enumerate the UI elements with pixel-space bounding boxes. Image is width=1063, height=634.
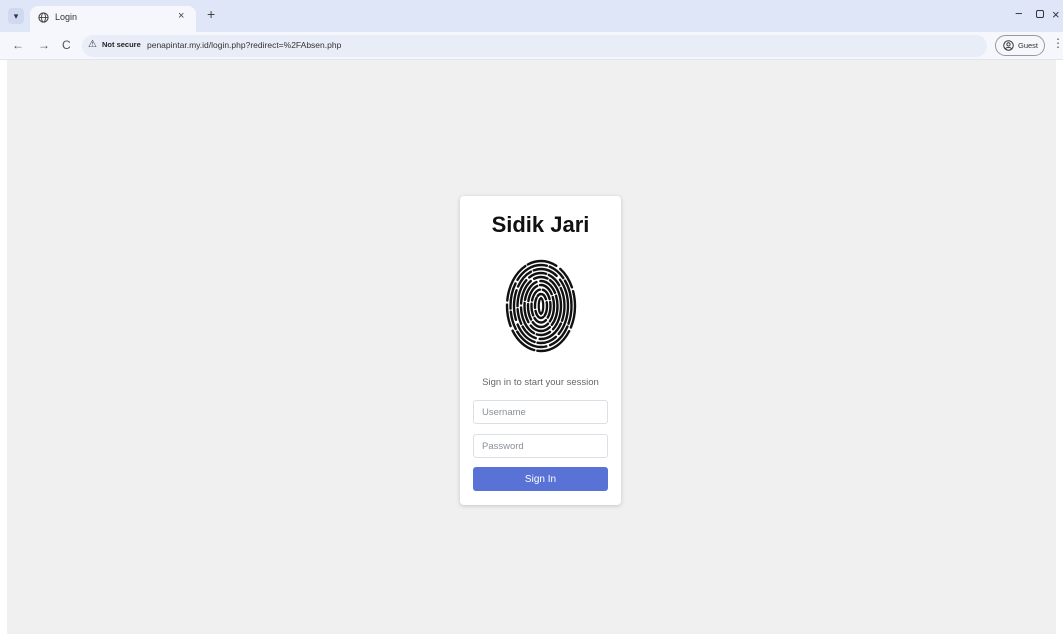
- login-subtitle: Sign in to start your session: [482, 377, 599, 388]
- restore-button[interactable]: [1036, 10, 1044, 18]
- tab-login[interactable]: Login ×: [30, 6, 196, 32]
- back-button[interactable]: ←: [12, 37, 24, 53]
- warning-icon[interactable]: ⚠: [88, 39, 97, 50]
- user-circle-icon: [1003, 40, 1014, 51]
- security-status[interactable]: Not secure: [102, 40, 141, 49]
- tab-strip: ▾ Login × + − ×: [0, 0, 1063, 32]
- tab-title: Login: [55, 12, 78, 22]
- page-viewport: Sidik Jari Sign in to start your session…: [7, 60, 1056, 634]
- password-input[interactable]: [473, 434, 608, 458]
- browser-menu-icon[interactable]: ⋮: [1052, 36, 1063, 50]
- profile-label: Guest: [1018, 41, 1039, 50]
- globe-icon: [38, 12, 49, 23]
- tab-search-dropdown-icon[interactable]: ▾: [8, 8, 24, 24]
- reload-button[interactable]: C: [62, 37, 71, 53]
- login-card: Sidik Jari Sign in to start your session…: [460, 196, 621, 505]
- window-close-button[interactable]: ×: [1052, 7, 1060, 22]
- browser-toolbar: ← → C ⚠ Not secure penapintar.my.id/logi…: [0, 32, 1063, 60]
- username-input[interactable]: [473, 400, 608, 424]
- fingerprint-icon: [505, 259, 577, 353]
- profile-button[interactable]: Guest: [995, 35, 1045, 56]
- tab-close-icon[interactable]: ×: [178, 10, 184, 22]
- url-text[interactable]: penapintar.my.id/login.php?redirect=%2FA…: [147, 40, 341, 50]
- minimize-button[interactable]: −: [1015, 6, 1023, 21]
- page-title: Sidik Jari: [491, 212, 590, 237]
- new-tab-button[interactable]: +: [207, 7, 215, 21]
- forward-button[interactable]: →: [38, 37, 50, 53]
- sign-in-button[interactable]: Sign In: [473, 467, 608, 491]
- address-bar[interactable]: ⚠ Not secure penapintar.my.id/login.php?…: [82, 35, 987, 57]
